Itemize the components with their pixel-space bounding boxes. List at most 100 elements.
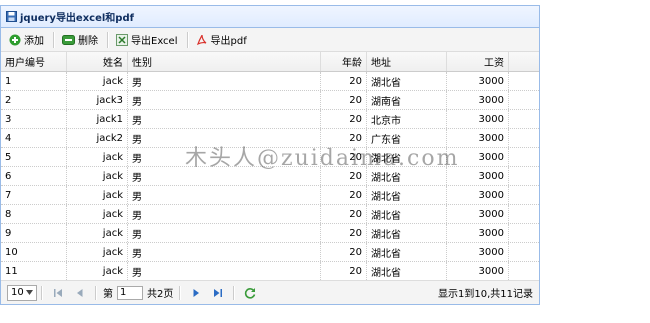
table-row[interactable]: 11 jack 男 20 湖北省 3000: [1, 262, 539, 281]
cell-address: 湖北省: [367, 224, 447, 242]
cell-address: 北京市: [367, 110, 447, 128]
cell-gender: 男: [128, 110, 321, 128]
cell-gender: 男: [128, 91, 321, 109]
table-row[interactable]: 3 jack1 男 20 北京市 3000: [1, 110, 539, 129]
cell-age: 20: [321, 224, 367, 242]
cell-gender: 男: [128, 148, 321, 166]
last-page-button[interactable]: [209, 284, 227, 302]
next-page-icon: [193, 288, 200, 297]
cell-id: 11: [1, 262, 67, 280]
export-pdf-button[interactable]: 导出pdf: [192, 30, 251, 50]
chevron-down-icon: [26, 290, 33, 295]
toolbar-separator: [186, 31, 189, 48]
table-row[interactable]: 6 jack 男 20 湖北省 3000: [1, 167, 539, 186]
page-size-select[interactable]: 10: [7, 284, 37, 301]
cell-address: 湖北省: [367, 186, 447, 204]
column-header-id[interactable]: 用户编号: [1, 52, 67, 71]
cell-gender: 男: [128, 205, 321, 223]
cell-gender: 男: [128, 186, 321, 204]
table-row[interactable]: 10 jack 男 20 湖北省 3000: [1, 243, 539, 262]
table-row[interactable]: 5 jack 男 20 湖北省 3000: [1, 148, 539, 167]
table-row[interactable]: 8 jack 男 20 湖北省 3000: [1, 205, 539, 224]
panel-titlebar: jquery导出excel和pdf: [1, 6, 539, 28]
add-button[interactable]: 添加: [5, 30, 48, 50]
table-row[interactable]: 1 jack 男 20 湖北省 3000: [1, 72, 539, 91]
cell-age: 20: [321, 129, 367, 147]
current-page-input[interactable]: 1: [117, 285, 143, 300]
cell-age: 20: [321, 148, 367, 166]
refresh-button[interactable]: [241, 284, 259, 302]
cell-name: jack: [67, 72, 128, 90]
add-label: 添加: [24, 36, 44, 47]
next-page-button[interactable]: [187, 284, 205, 302]
delete-icon: [62, 34, 75, 45]
cell-salary: 3000: [447, 148, 509, 166]
table-row[interactable]: 2 jack3 男 20 湖南省 3000: [1, 91, 539, 110]
prev-page-button[interactable]: [71, 284, 89, 302]
table-row[interactable]: 4 jack2 男 20 广东省 3000: [1, 129, 539, 148]
column-header-salary[interactable]: 工资: [447, 52, 509, 71]
export-excel-label: 导出Excel: [131, 36, 178, 47]
cell-name: jack: [67, 205, 128, 223]
cell-id: 3: [1, 110, 67, 128]
cell-name: jack: [67, 262, 128, 280]
table-row[interactable]: 7 jack 男 20 湖北省 3000: [1, 186, 539, 205]
pagination-bar: 10 第 1 共2页 显示1到10,共11记录: [1, 280, 539, 304]
cell-address: 湖北省: [367, 262, 447, 280]
add-icon: [9, 34, 21, 45]
cell-name: jack: [67, 167, 128, 185]
page-prefix: 第: [103, 289, 113, 300]
column-header-address[interactable]: 地址: [367, 52, 447, 71]
grid-header: 用户编号 姓名 性别 年龄 地址 工资: [1, 52, 539, 72]
cell-age: 20: [321, 205, 367, 223]
cell-salary: 3000: [447, 167, 509, 185]
cell-salary: 3000: [447, 262, 509, 280]
cell-id: 7: [1, 186, 67, 204]
column-header-age[interactable]: 年龄: [321, 52, 367, 71]
delete-label: 删除: [78, 36, 98, 47]
cell-age: 20: [321, 167, 367, 185]
column-header-name[interactable]: 姓名: [67, 52, 128, 71]
export-pdf-label: 导出pdf: [210, 36, 247, 47]
cell-salary: 3000: [447, 129, 509, 147]
table-row[interactable]: 9 jack 男 20 湖北省 3000: [1, 224, 539, 243]
cell-gender: 男: [128, 262, 321, 280]
column-header-gender[interactable]: 性别: [128, 52, 321, 71]
save-icon: [6, 11, 17, 22]
cell-name: jack1: [67, 110, 128, 128]
pager-separator: [179, 285, 182, 300]
delete-button[interactable]: 删除: [58, 30, 102, 50]
export-excel-button[interactable]: 导出Excel: [112, 30, 182, 50]
toolbar-separator: [107, 31, 109, 48]
pager-separator: [41, 285, 43, 300]
cell-age: 20: [321, 262, 367, 280]
toolbar: 添加 删除 导出Excel 导出pdf: [1, 28, 539, 52]
cell-id: 8: [1, 205, 67, 223]
cell-name: jack: [67, 148, 128, 166]
cell-age: 20: [321, 243, 367, 261]
grid-panel: jquery导出excel和pdf 添加 删除 导出Excel 导出pdf 用户…: [0, 5, 540, 305]
toolbar-separator: [53, 31, 55, 48]
cell-name: jack3: [67, 91, 128, 109]
cell-id: 4: [1, 129, 67, 147]
cell-salary: 3000: [447, 243, 509, 261]
cell-name: jack2: [67, 129, 128, 147]
cell-id: 10: [1, 243, 67, 261]
cell-salary: 3000: [447, 72, 509, 90]
cell-address: 广东省: [367, 129, 447, 147]
cell-age: 20: [321, 110, 367, 128]
grid-body: 1 jack 男 20 湖北省 3000 2 jack3 男 20 湖南省 30…: [1, 72, 539, 281]
cell-age: 20: [321, 72, 367, 90]
cell-id: 9: [1, 224, 67, 242]
cell-name: jack: [67, 186, 128, 204]
cell-name: jack: [67, 224, 128, 242]
last-page-icon: [214, 288, 223, 297]
cell-address: 湖北省: [367, 167, 447, 185]
refresh-icon: [245, 287, 256, 299]
cell-age: 20: [321, 186, 367, 204]
cell-id: 6: [1, 167, 67, 185]
first-page-button[interactable]: [49, 284, 67, 302]
cell-address: 湖北省: [367, 243, 447, 261]
cell-age: 20: [321, 91, 367, 109]
cell-salary: 3000: [447, 205, 509, 223]
